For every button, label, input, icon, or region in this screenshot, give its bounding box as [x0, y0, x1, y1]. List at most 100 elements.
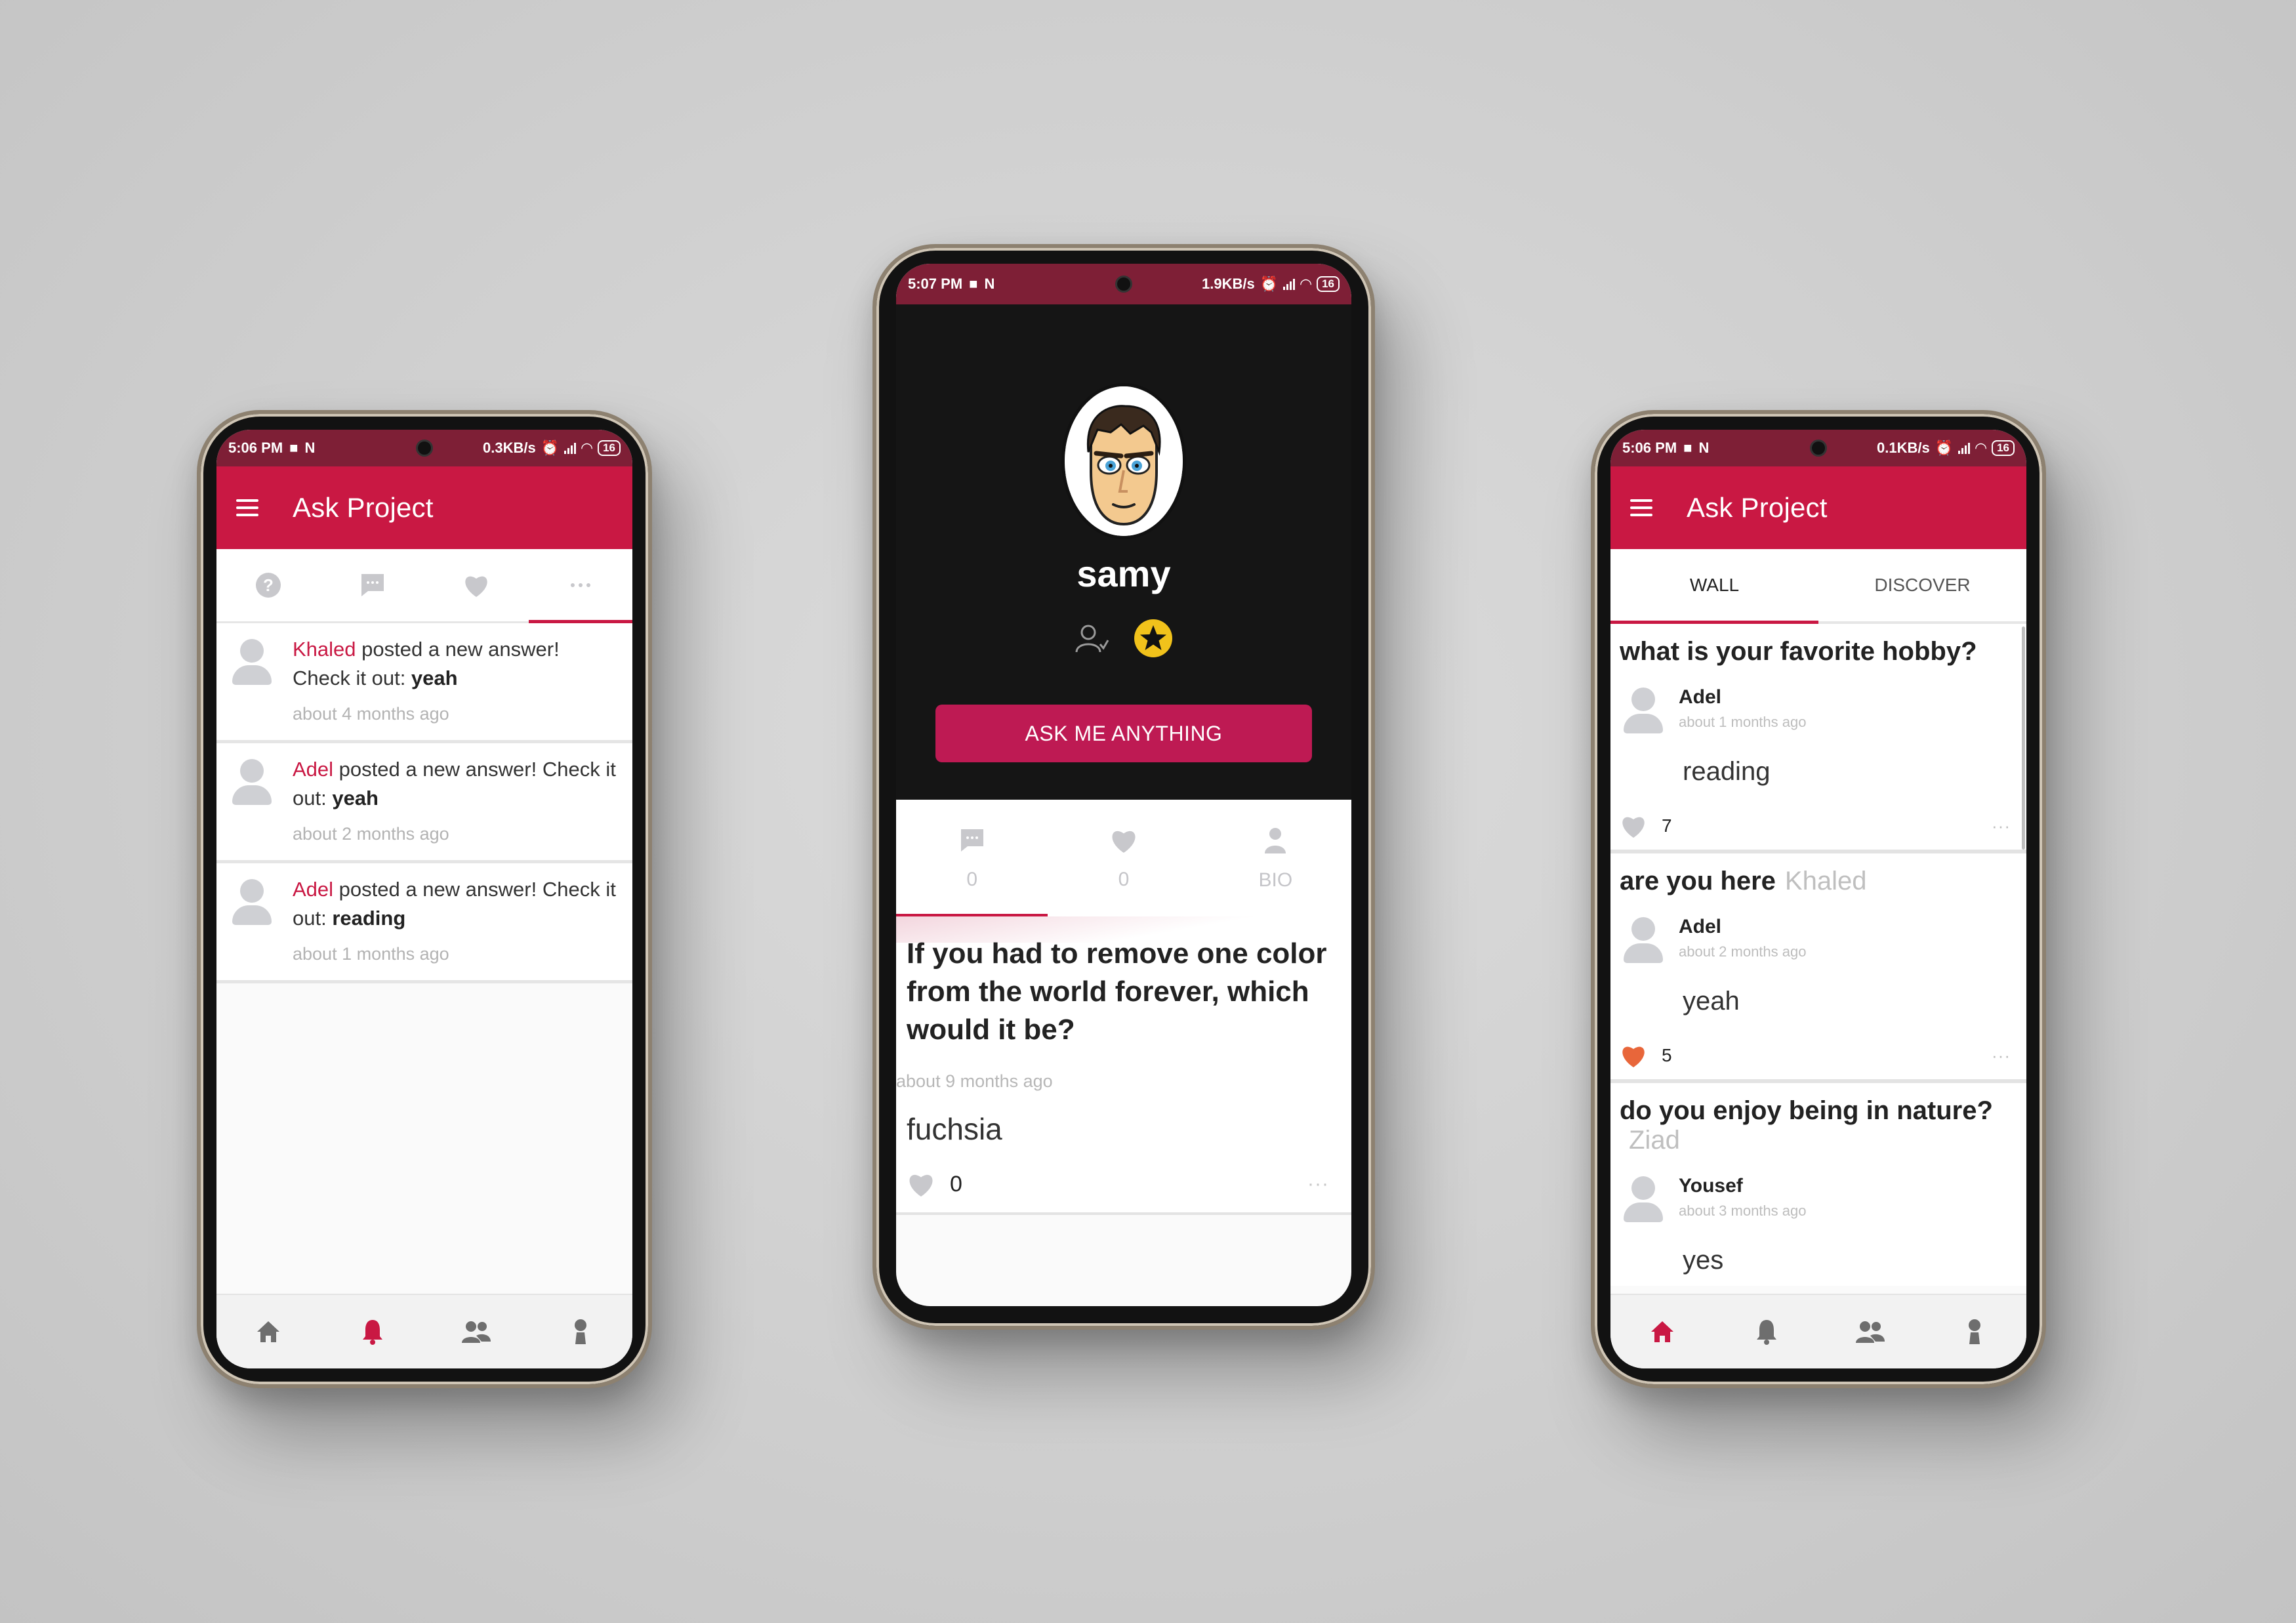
- avatar[interactable]: [1620, 684, 1666, 743]
- tab-answers[interactable]: [321, 549, 425, 621]
- tab-more[interactable]: [528, 549, 633, 623]
- more-options-icon[interactable]: ···: [1992, 1046, 2011, 1066]
- notification-tabs: ?: [216, 549, 632, 623]
- profile-header: samy ASK ME ANYTHING: [896, 304, 1351, 800]
- nav-notifications[interactable]: [1715, 1295, 1819, 1368]
- post-author[interactable]: Adel: [1679, 686, 1806, 709]
- phone-wall: 5:06 PM ■ N 0.1KB/s ⏰ ◠ 16 Ask Project WALL D…: [1591, 410, 2046, 1388]
- signal-icon: [564, 442, 577, 454]
- tab-wall[interactable]: WALL: [1610, 549, 1818, 624]
- likes-count: 0: [1118, 869, 1130, 890]
- app-title: Ask Project: [1687, 492, 1828, 523]
- svg-text:?: ?: [263, 575, 274, 595]
- n-icon: N: [304, 440, 316, 456]
- notification-time: about 2 months ago: [293, 824, 449, 844]
- status-bar: 5:06 PM ■ N 0.1KB/s ⏰ ◠ 16: [1610, 430, 2026, 466]
- alarm-icon: ⏰: [1260, 276, 1279, 292]
- post-time: about 1 months ago: [1679, 714, 1807, 730]
- cartoon-face-icon: [1065, 386, 1183, 536]
- nav-profile[interactable]: [1923, 1295, 2027, 1368]
- star-badge-icon[interactable]: [1133, 618, 1174, 659]
- post-question: are you here: [1620, 867, 1776, 895]
- heart-filled-icon[interactable]: [1620, 1042, 1647, 1069]
- profile-avatar[interactable]: [1061, 383, 1186, 539]
- notification-time: about 1 months ago: [293, 944, 449, 964]
- wall-post[interactable]: are you here Khaled Adel about 2 months a…: [1610, 853, 2026, 1083]
- phone-screen: 5:06 PM ■ N 0.3KB/s ⏰ ◠ 16 Ask Project ?: [216, 430, 632, 1368]
- signal-icon: [1958, 442, 1971, 454]
- avatar[interactable]: [1620, 1172, 1666, 1231]
- wall-tabs: WALL DISCOVER: [1610, 549, 2026, 624]
- heart-icon: [465, 576, 487, 597]
- app-title: Ask Project: [293, 492, 434, 523]
- tab-discover[interactable]: DISCOVER: [1818, 549, 2026, 621]
- notification-user[interactable]: Adel: [293, 878, 333, 901]
- post-time: about 2 months ago: [1679, 943, 1807, 960]
- wall-post[interactable]: what is your favorite hobby? Adel about …: [1610, 624, 2026, 853]
- phone-screen: 5:06 PM ■ N 0.1KB/s ⏰ ◠ 16 Ask Project WALL D…: [1610, 430, 2026, 1368]
- camera-hole: [416, 440, 433, 457]
- notification-user[interactable]: Adel: [293, 758, 333, 781]
- avatar[interactable]: [1620, 913, 1666, 972]
- more-options-icon[interactable]: ···: [1307, 1173, 1329, 1195]
- tab-bio[interactable]: BIO: [1200, 800, 1351, 918]
- signal-icon: [1283, 278, 1296, 290]
- ask-me-anything-button[interactable]: ASK ME ANYTHING: [935, 705, 1312, 762]
- phone-screen: 5:07 PM ■ N 1.9KB/s ⏰ ◠ 16 samy ASK ME A…: [896, 264, 1351, 1306]
- home-icon: [257, 1321, 280, 1342]
- scrollbar[interactable]: [2022, 627, 2025, 850]
- phone-profile: 5:07 PM ■ N 1.9KB/s ⏰ ◠ 16 samy ASK ME A…: [872, 244, 1375, 1330]
- network-speed: 1.9KB/s: [1202, 276, 1255, 292]
- post-author[interactable]: Adel: [1679, 916, 1806, 938]
- app-bar: Ask Project: [1610, 466, 2026, 549]
- menu-icon[interactable]: [236, 499, 258, 516]
- post-answer: yeah: [1683, 987, 1740, 1016]
- app-bar: Ask Project: [216, 466, 632, 549]
- heart-icon[interactable]: [1620, 813, 1647, 839]
- notification-item[interactable]: Adel posted a new answer! Check it out: …: [216, 743, 632, 863]
- notification-user[interactable]: Khaled: [293, 638, 356, 661]
- like-count: 5: [1662, 1045, 1672, 1065]
- tab-questions[interactable]: ?: [216, 549, 321, 621]
- post-asker[interactable]: Khaled: [1785, 867, 1867, 895]
- phone-notifications: 5:06 PM ■ N 0.3KB/s ⏰ ◠ 16 Ask Project ?: [197, 410, 652, 1388]
- nav-friends[interactable]: [424, 1295, 529, 1368]
- battery-icon: 16: [1317, 276, 1340, 292]
- wifi-icon: ◠: [1300, 276, 1312, 292]
- alarm-icon: ⏰: [541, 440, 560, 456]
- notification-item[interactable]: Khaled posted a new answer! Check it out…: [216, 623, 632, 743]
- wifi-icon: ◠: [1975, 440, 1987, 456]
- post-asker[interactable]: Ziad: [1629, 1126, 1680, 1155]
- follow-user-icon[interactable]: [1074, 621, 1109, 656]
- post-question: do you enjoy being in nature?: [1620, 1096, 1993, 1125]
- bell-icon: [1756, 1320, 1776, 1345]
- post-author[interactable]: Yousef: [1679, 1175, 1806, 1197]
- heart-icon[interactable]: [907, 1170, 935, 1198]
- network-speed: 0.1KB/s: [1877, 440, 1930, 456]
- camera-hole: [1810, 440, 1827, 457]
- notification-answer: yeah: [332, 787, 379, 810]
- nav-notifications[interactable]: [321, 1295, 425, 1368]
- like-count: 0: [950, 1171, 962, 1197]
- person-icon: [1265, 828, 1286, 853]
- wall-post[interactable]: do you enjoy being in nature?Ziad Yousef…: [1610, 1083, 2026, 1286]
- nav-profile[interactable]: [529, 1295, 633, 1368]
- tab-answers-count[interactable]: 0: [896, 800, 1048, 918]
- people-icon: [462, 1321, 491, 1343]
- alarm-icon: ⏰: [1935, 440, 1954, 456]
- bell-icon: [362, 1320, 382, 1345]
- tab-likes[interactable]: [424, 549, 529, 621]
- nav-home[interactable]: [216, 1295, 321, 1368]
- nav-friends[interactable]: [1818, 1295, 1923, 1368]
- more-options-icon[interactable]: ···: [1992, 816, 2011, 836]
- question-card[interactable]: If you had to remove one color from the …: [896, 916, 1351, 1215]
- tab-likes-count[interactable]: 0: [1048, 800, 1199, 918]
- nav-home[interactable]: [1610, 1295, 1715, 1368]
- n-icon: N: [1698, 440, 1710, 456]
- menu-icon[interactable]: [1630, 499, 1652, 516]
- bio-label: BIO: [1258, 869, 1293, 891]
- answers-count: 0: [966, 869, 977, 890]
- notification-time: about 4 months ago: [293, 704, 449, 724]
- notification-item[interactable]: Adel posted a new answer! Check it out: …: [216, 863, 632, 983]
- network-speed: 0.3KB/s: [483, 440, 536, 456]
